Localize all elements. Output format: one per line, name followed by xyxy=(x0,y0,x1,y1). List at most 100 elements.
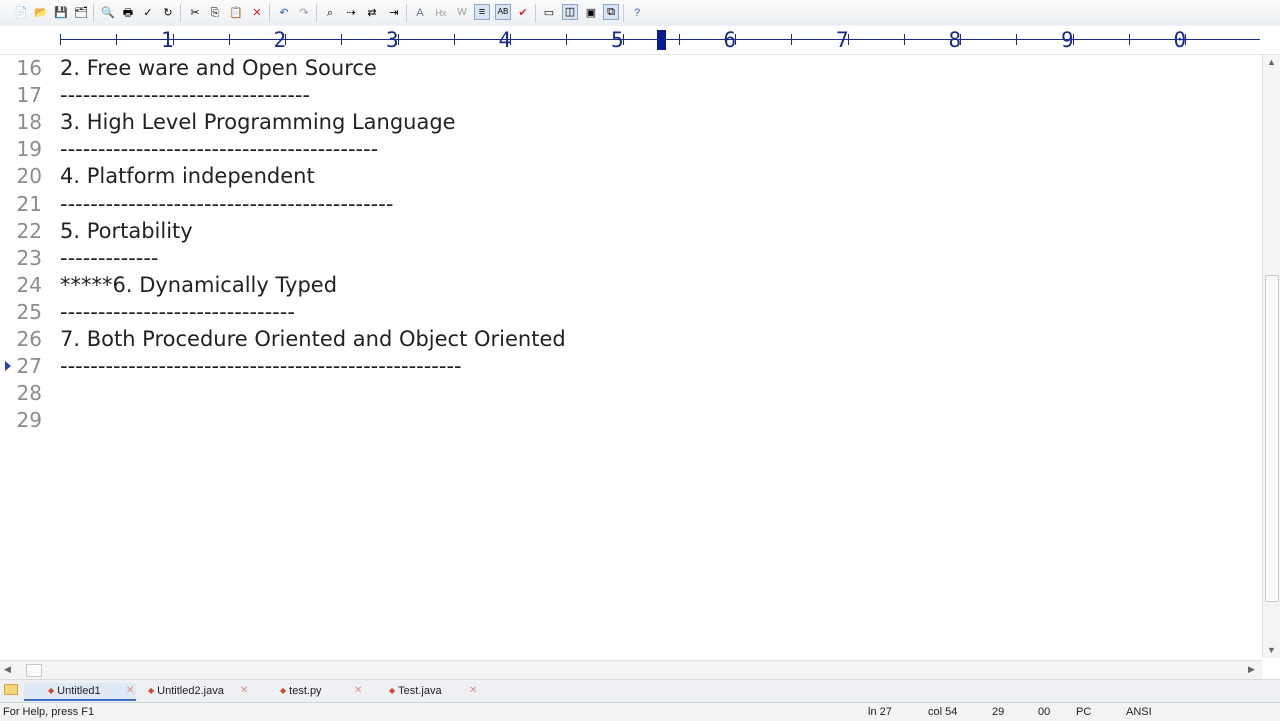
modified-dot-icon: ◆ xyxy=(280,686,287,695)
line-text[interactable]: ----------------------------------------… xyxy=(60,191,393,218)
scroll-left-icon[interactable]: ◀ xyxy=(4,664,11,675)
print-icon[interactable]: 🖶 xyxy=(120,5,136,21)
line-number: 21 xyxy=(16,191,42,216)
horizontal-scrollbar[interactable]: ◀ ▶ xyxy=(0,660,1262,679)
editor-line[interactable]: 18 3. High Level Programming Language xyxy=(0,109,1262,136)
line-text[interactable]: *****6. Dynamically Typed xyxy=(60,272,337,299)
ruler-tick xyxy=(791,34,793,45)
tab-label: Untitled2.java xyxy=(157,685,224,697)
ruler-mark: 5 xyxy=(611,28,624,52)
editor-line[interactable]: 16 2. Free ware and Open Source xyxy=(0,55,1262,82)
line-number: 24 xyxy=(16,272,42,297)
tab-label: test.py xyxy=(289,685,322,697)
vertical-scroll-thumb[interactable] xyxy=(1265,275,1279,602)
check-mark-icon[interactable]: ✔ xyxy=(515,5,531,21)
line-text[interactable]: ------------------------------- xyxy=(60,299,295,326)
ruler-mark: 8 xyxy=(948,28,962,52)
line-text[interactable]: 7. Both Procedure Oriented and Object Or… xyxy=(60,326,566,353)
ruler-tick xyxy=(60,34,61,45)
editor-line[interactable]: 27 --------------------------------------… xyxy=(0,353,1262,380)
line-text[interactable]: ----------------------------------------… xyxy=(60,136,378,163)
print-preview-icon[interactable]: 🔍 xyxy=(100,5,116,21)
tab-test-java[interactable]: ◆ Test.java ✕ xyxy=(389,683,483,699)
toolbar-separator xyxy=(316,4,317,22)
line-text[interactable]: 4. Platform independent xyxy=(60,163,315,190)
line-number: 18 xyxy=(16,110,42,135)
window-icon[interactable]: ▭ xyxy=(541,5,557,21)
line-text[interactable]: 2. Free ware and Open Source xyxy=(60,55,377,82)
editor-line[interactable]: 21 --------------------------------------… xyxy=(0,191,1262,218)
line-number: 28 xyxy=(16,381,42,406)
editor-line[interactable]: 19 --------------------------------------… xyxy=(0,136,1262,163)
delete-icon[interactable]: ✕ xyxy=(249,5,265,21)
split-window-icon[interactable]: ◫ xyxy=(562,4,578,20)
save-icon[interactable]: 💾 xyxy=(53,5,69,21)
status-line: ln 27 xyxy=(868,706,892,718)
list-icon[interactable]: ≡ xyxy=(474,4,490,20)
folder-icon[interactable] xyxy=(4,684,18,695)
editor-line[interactable]: 20 4. Platform independent xyxy=(0,163,1262,190)
line-text[interactable]: 5. Portability xyxy=(60,218,193,245)
close-tab-icon[interactable]: ✕ xyxy=(240,683,248,699)
refresh-icon[interactable]: ↻ xyxy=(160,5,176,21)
editor-area[interactable]: 16 2. Free ware and Open Source 17 --------… xyxy=(0,55,1262,658)
help-icon[interactable]: ? xyxy=(629,5,645,21)
redo-icon[interactable]: ↷ xyxy=(296,5,312,21)
toolbar-separator xyxy=(406,4,407,22)
scroll-up-icon[interactable]: ▲ xyxy=(1267,57,1276,67)
copy-icon[interactable]: ⎘ xyxy=(207,5,223,21)
tab-untitled1[interactable]: ◆ Untitled1 ✕ xyxy=(24,683,136,701)
word-wrap-icon[interactable]: W xyxy=(454,5,470,21)
line-text[interactable]: 3. High Level Programming Language xyxy=(60,109,456,136)
find-icon[interactable]: ⌕ xyxy=(322,5,338,21)
line-number: 22 xyxy=(16,218,42,243)
editor-line[interactable]: 29 xyxy=(0,407,1262,434)
font-icon[interactable]: A xyxy=(412,5,428,21)
horizontal-scroll-thumb[interactable] xyxy=(26,664,42,677)
save-all-icon[interactable]: 🗂 xyxy=(73,5,89,21)
editor-line[interactable]: 17 --------------------------------- xyxy=(0,82,1262,109)
toolbar-separator xyxy=(93,4,94,22)
new-file-icon[interactable]: 📄 xyxy=(13,5,29,21)
ruler-mark: 6 xyxy=(723,28,737,52)
scroll-down-icon[interactable]: ▼ xyxy=(1267,645,1276,655)
open-folder-icon[interactable]: 📂 xyxy=(33,5,49,21)
vertical-scrollbar[interactable]: ▲ ▼ xyxy=(1262,55,1280,658)
paste-icon[interactable]: 📋 xyxy=(228,5,244,21)
ruler-mark: 0 xyxy=(1173,28,1187,52)
tab-untitled2-java[interactable]: ◆ Untitled2.java ✕ xyxy=(148,683,252,699)
find-next-icon[interactable]: ⇢ xyxy=(343,5,359,21)
editor-line[interactable]: 24 *****6. Dynamically Typed xyxy=(0,272,1262,299)
output-window-icon[interactable]: ⧉ xyxy=(603,4,619,20)
ruler-tick xyxy=(453,34,455,45)
scroll-right-icon[interactable]: ▶ xyxy=(1248,664,1255,675)
line-number: 27 xyxy=(16,354,42,379)
line-text[interactable]: --------------------------------- xyxy=(60,82,310,109)
full-screen-icon[interactable]: ▣ xyxy=(583,5,599,21)
cut-icon[interactable]: ✂ xyxy=(187,5,203,21)
editor-line[interactable]: 25 ------------------------------- xyxy=(0,299,1262,326)
close-tab-icon[interactable]: ✕ xyxy=(469,683,477,699)
spell-check-icon[interactable]: ✓ xyxy=(140,5,156,21)
tab-test-py[interactable]: ◆ test.py ✕ xyxy=(280,683,364,699)
tab-label: Test.java xyxy=(398,685,442,697)
ruler-tick xyxy=(116,34,118,45)
column-icon[interactable]: AB xyxy=(495,4,511,20)
replace-icon[interactable]: ⇄ xyxy=(364,5,380,21)
editor-line[interactable]: 28 xyxy=(0,380,1262,407)
toolbar-separator xyxy=(180,4,181,22)
line-text[interactable]: ------------- xyxy=(60,245,159,272)
close-tab-icon[interactable]: ✕ xyxy=(126,683,134,699)
close-tab-icon[interactable]: ✕ xyxy=(354,683,362,699)
editor-line[interactable]: 22 5. Portability xyxy=(0,218,1262,245)
line-number: 19 xyxy=(16,137,42,162)
goto-icon[interactable]: ⇥ xyxy=(386,5,402,21)
undo-icon[interactable]: ↶ xyxy=(276,5,292,21)
editor-line[interactable]: 26 7. Both Procedure Oriented and Object … xyxy=(0,326,1262,353)
toolbar-separator xyxy=(535,4,536,22)
status-encoding: ANSI xyxy=(1126,706,1152,718)
status-line-count: 29 xyxy=(992,706,1005,718)
editor-line[interactable]: 23 ------------- xyxy=(0,245,1262,272)
hex-icon[interactable]: Hx xyxy=(433,5,449,21)
line-text[interactable]: ----------------------------------------… xyxy=(60,353,462,380)
